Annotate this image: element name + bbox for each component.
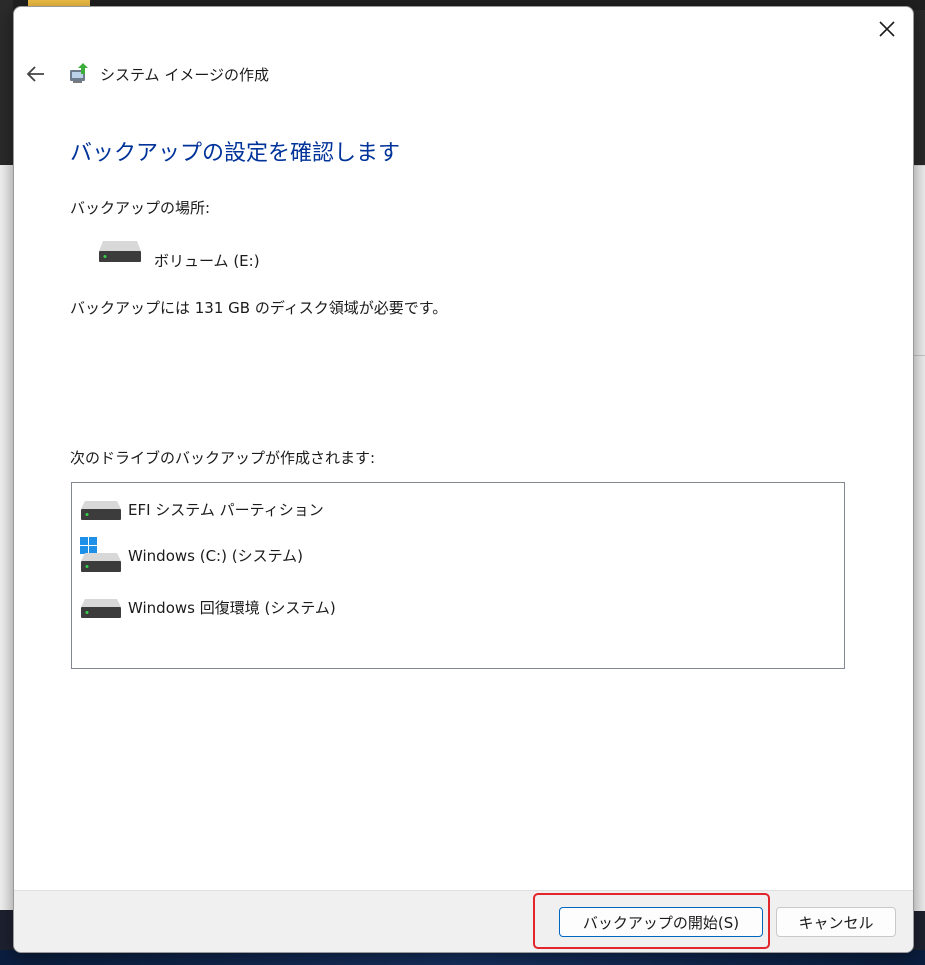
- required-space-text: バックアップには 131 GB のディスク領域が必要です。: [70, 299, 448, 317]
- backup-app-icon: [70, 63, 88, 83]
- back-arrow-icon: [26, 66, 44, 82]
- drive-name: Windows (C:) (システム): [128, 546, 303, 565]
- create-system-image-dialog: システム イメージの作成 バックアップの設定を確認します バックアップの場所: …: [13, 6, 914, 953]
- close-icon: [879, 21, 895, 37]
- drive-icon: [81, 599, 121, 618]
- drive-name: EFI システム パーティション: [128, 500, 324, 519]
- background-window-left-panel: [0, 165, 13, 910]
- windows-drive-icon: [80, 537, 121, 572]
- list-item[interactable]: Windows 回復環境 (システム): [80, 593, 336, 621]
- start-backup-button[interactable]: バックアップの開始(S): [559, 907, 763, 937]
- drive-icon: [99, 241, 141, 262]
- dialog-header: システム イメージの作成: [14, 57, 913, 91]
- drives-list-label: 次のドライブのバックアップが作成されます:: [70, 449, 376, 467]
- page-heading: バックアップの設定を確認します: [70, 141, 401, 166]
- close-button[interactable]: [869, 11, 905, 47]
- list-item[interactable]: EFI システム パーティション: [80, 495, 324, 523]
- dialog-title: システム イメージの作成: [100, 66, 270, 84]
- back-button[interactable]: [24, 57, 48, 91]
- backup-location-drive: ボリューム (E:): [154, 252, 260, 270]
- cancel-button[interactable]: キャンセル: [776, 907, 896, 937]
- drive-icon: [81, 501, 121, 520]
- dialog-footer: バックアップの開始(S) キャンセル: [14, 890, 913, 952]
- drives-list[interactable]: EFI システム パーティション Windows (C:) (システム) Win…: [71, 482, 845, 669]
- backup-location-label: バックアップの場所:: [70, 199, 211, 217]
- list-item[interactable]: Windows (C:) (システム): [80, 537, 303, 572]
- background-window-left: [0, 0, 13, 165]
- drive-name: Windows 回復環境 (システム): [128, 598, 336, 617]
